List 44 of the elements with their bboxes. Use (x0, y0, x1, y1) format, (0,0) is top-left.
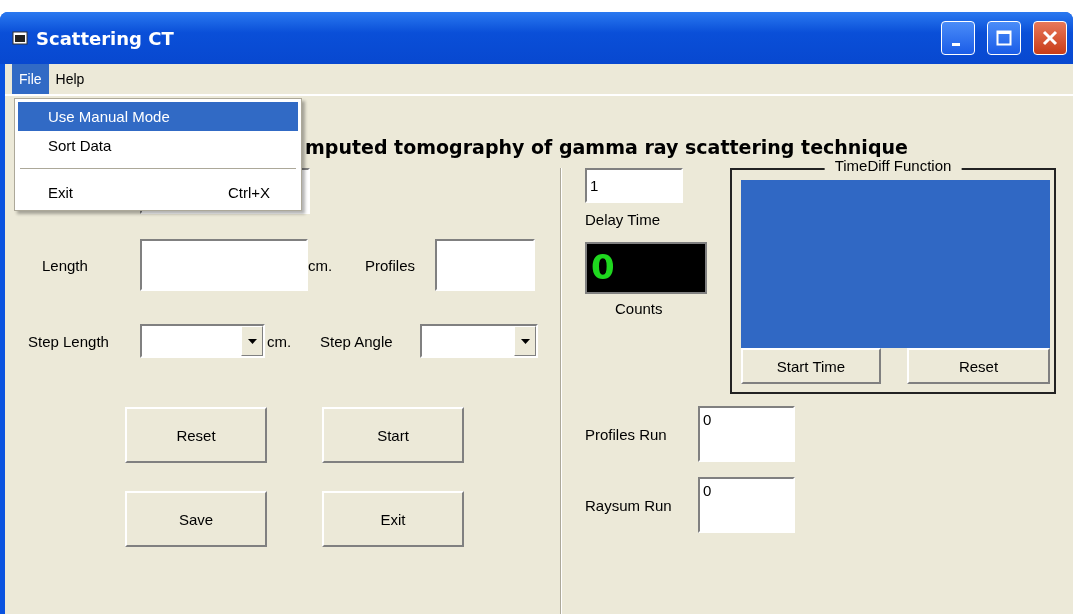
run-count-field[interactable]: 0 (698, 406, 795, 462)
heading-text: mputed tomography of gamma ray scattering technique (305, 136, 908, 158)
dropdown-arrow-icon[interactable] (520, 338, 530, 344)
minimize-icon (952, 42, 960, 46)
menu-item[interactable]: File (12, 64, 49, 94)
field-label: Step Angle (320, 332, 394, 350)
close-icon (1042, 30, 1058, 46)
step-length-dropdown[interactable] (140, 324, 265, 358)
reset-button[interactable]: Reset (907, 348, 1050, 384)
menu-item[interactable]: Help (48, 64, 92, 94)
dropdown-button[interactable] (514, 326, 536, 356)
frame-title: TimeDiff Function (824, 157, 962, 174)
app-icon (12, 31, 28, 45)
minimize-button[interactable] (941, 21, 975, 55)
step-angle-dropdown[interactable] (420, 324, 538, 358)
field-label: Raysum Run (585, 496, 673, 514)
dropdown-button[interactable] (241, 326, 263, 356)
reset-button[interactable]: Reset (125, 407, 267, 463)
profiles-field[interactable] (435, 239, 535, 291)
unit-label: cm. (266, 332, 293, 350)
menu-item[interactable]: Sort Data (18, 131, 298, 160)
dropdown-arrow-icon[interactable] (247, 338, 257, 344)
start-time-button[interactable]: Start Time (741, 348, 881, 384)
delay-time-field[interactable]: 1 (585, 168, 683, 203)
field-label: Profiles Run (585, 425, 668, 443)
start-button[interactable]: Start (322, 407, 464, 463)
run-count-field[interactable]: 0 (698, 477, 795, 533)
maximize-button[interactable] (987, 21, 1021, 55)
field-label: Length (42, 256, 89, 274)
field-label: Delay Time (585, 211, 662, 228)
length-field[interactable] (140, 239, 308, 291)
field-label: Step Length (28, 332, 110, 350)
shortcut-text: Ctrl+X (227, 184, 270, 201)
field-label: Profiles (365, 256, 417, 274)
close-button[interactable] (1033, 21, 1067, 55)
maximize-icon (996, 30, 1012, 46)
unit-label: cm. (308, 256, 334, 274)
counts-display: 0 (585, 242, 707, 294)
menu-item[interactable]: Exit Ctrl+X (18, 178, 298, 207)
menu-item[interactable]: Use Manual Mode (18, 102, 298, 131)
save-button[interactable]: Save (125, 491, 267, 547)
field-label: Counts (614, 300, 664, 317)
window-title: Scattering CT (36, 27, 175, 49)
exit-button[interactable]: Exit (322, 491, 464, 547)
